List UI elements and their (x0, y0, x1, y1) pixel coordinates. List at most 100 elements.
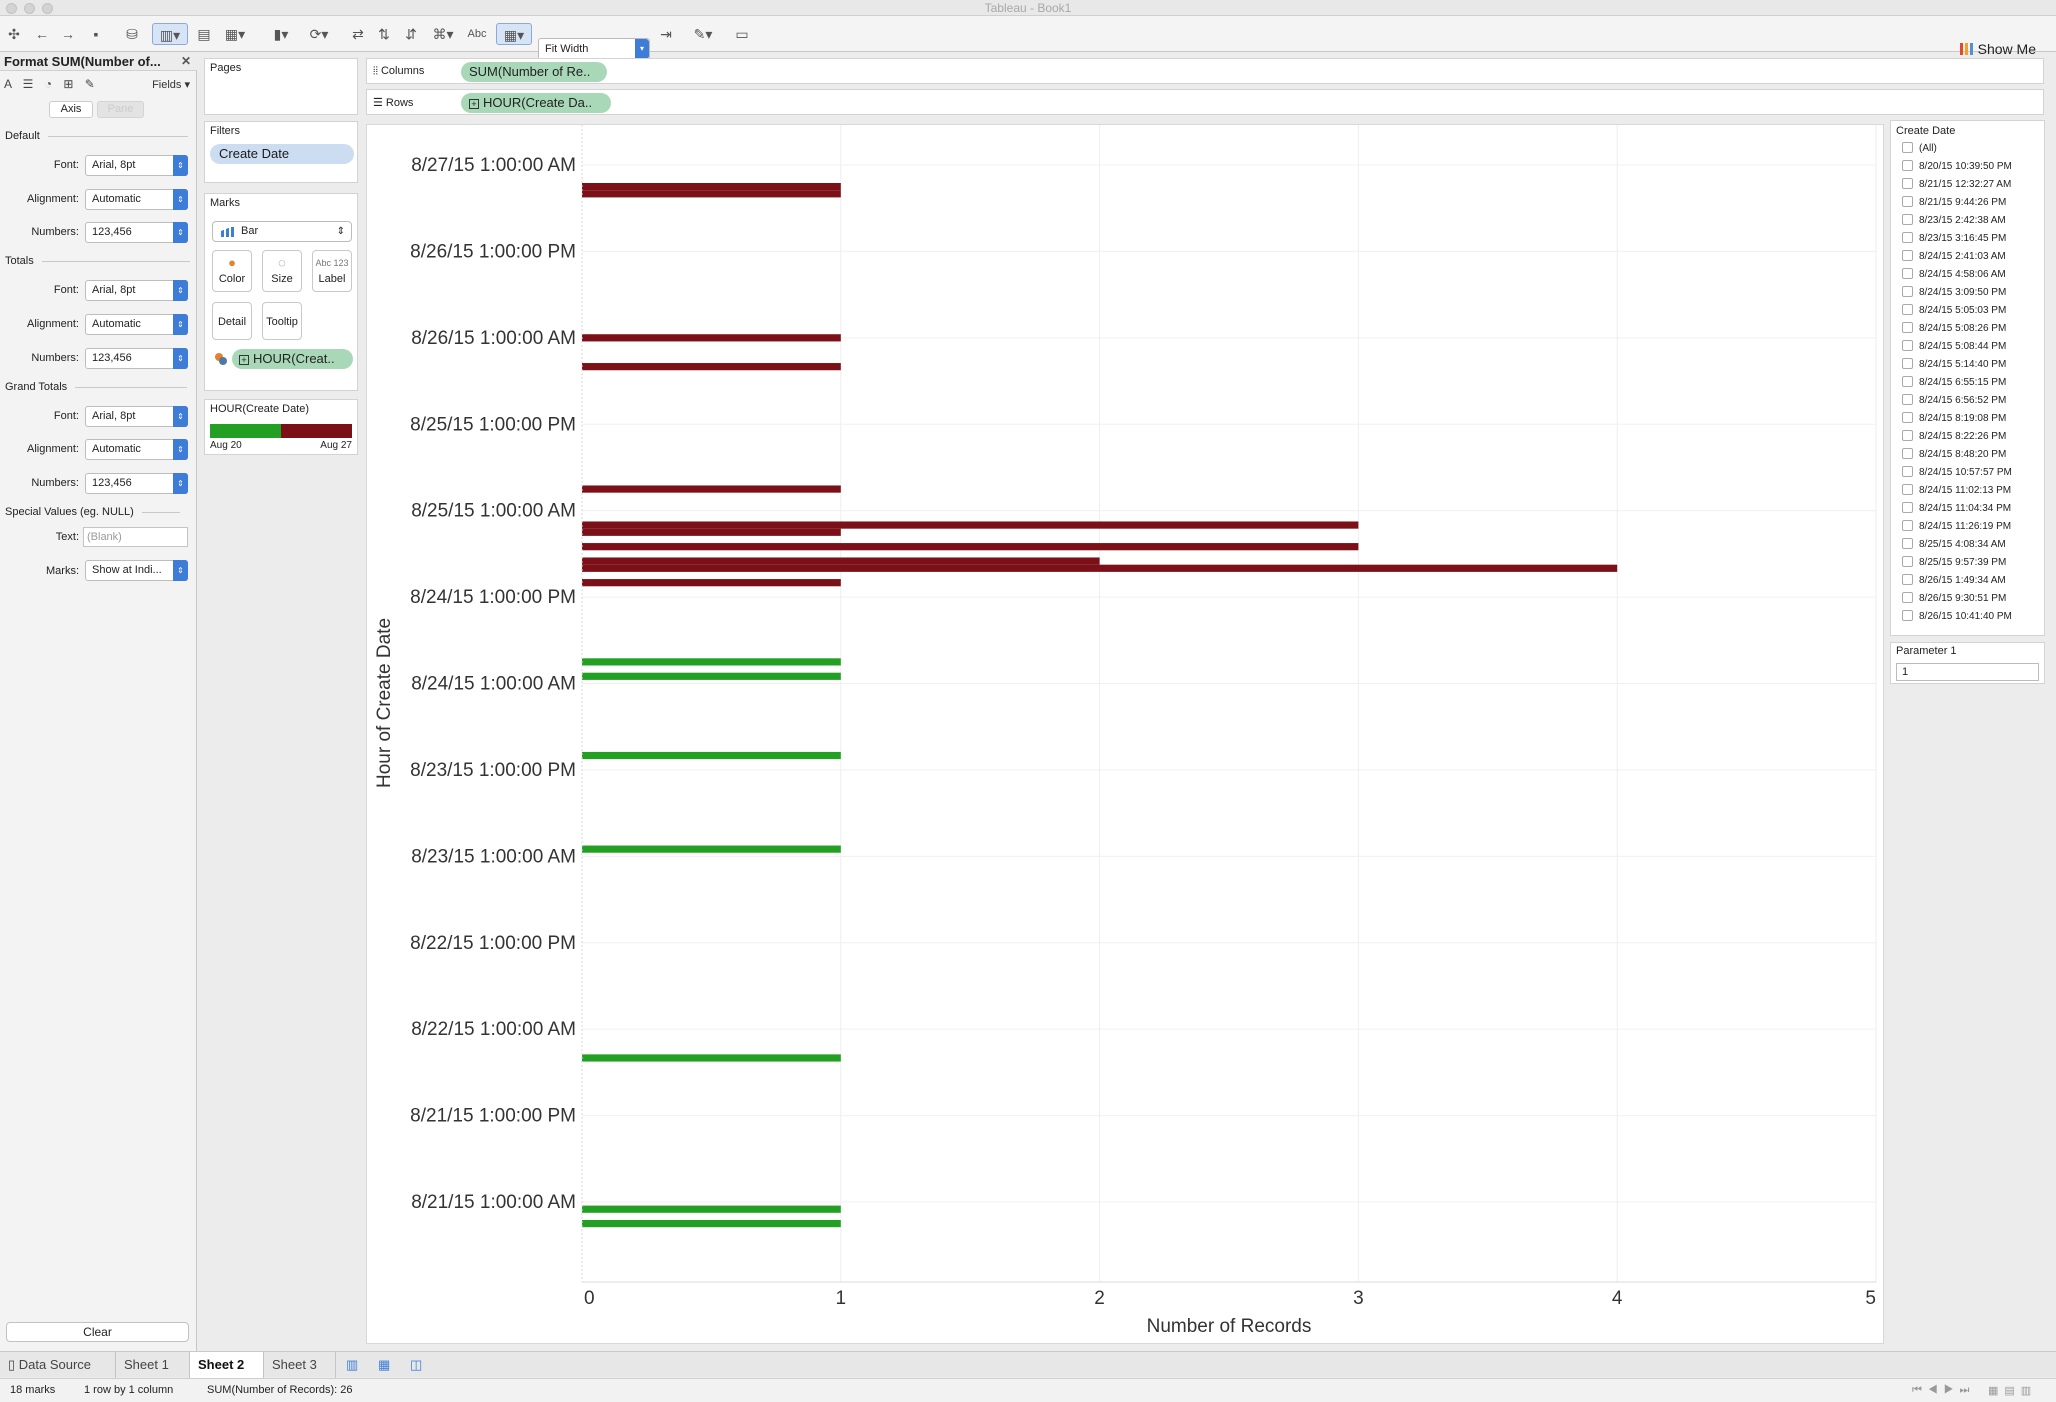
totals-font-select[interactable]: Arial, 8pt ⇕ (85, 280, 188, 301)
sheet-navigation-icon[interactable]: ⏮◀▶⏭ (1912, 1384, 1975, 1397)
checkbox-icon[interactable] (1902, 502, 1913, 513)
filter-item[interactable]: 8/25/15 4:08:34 AM (1902, 538, 2006, 552)
checkbox-icon[interactable] (1902, 610, 1913, 621)
filter-item[interactable]: 8/23/15 2:42:38 AM (1902, 214, 2006, 228)
checkbox-icon[interactable] (1902, 304, 1913, 315)
parameter-input[interactable]: 1 (1896, 663, 2039, 681)
tableau-logo-icon[interactable]: ✣ (4, 23, 24, 45)
fit-mode-icon[interactable]: ▦▾ (496, 23, 532, 45)
filter-item[interactable]: 8/24/15 3:09:50 PM (1902, 286, 2006, 300)
filter-item[interactable]: 8/24/15 8:19:08 PM (1902, 412, 2006, 426)
rows-pill[interactable]: + HOUR(Create Da.. (461, 93, 611, 113)
new-story-tab-icon[interactable]: ◫ (402, 1352, 432, 1378)
totals-numbers-select[interactable]: 123,456 ⇕ (85, 348, 188, 369)
checkbox-icon[interactable] (1902, 196, 1913, 207)
save-icon[interactable]: ▪ (86, 23, 106, 45)
filter-item[interactable]: 8/24/15 6:56:52 PM (1902, 394, 2006, 408)
checkbox-icon[interactable] (1902, 268, 1913, 279)
checkbox-icon[interactable] (1902, 178, 1913, 189)
tab-sheet-2[interactable]: Sheet 2 (190, 1352, 264, 1378)
fields-dropdown[interactable]: Fields ▾ (152, 78, 190, 91)
color-legend[interactable]: HOUR(Create Date) Aug 20 Aug 27 (204, 399, 358, 455)
show-mark-labels-button[interactable]: Abc (464, 23, 490, 45)
filters-card[interactable]: Filters Create Date (204, 121, 358, 183)
show-me-button[interactable]: Show Me (1959, 41, 2036, 57)
fit-dropdown[interactable]: Fit Width ▾ (538, 38, 650, 60)
special-marks-select[interactable]: Show at Indi... ⇕ (85, 560, 188, 581)
filter-item[interactable]: 8/24/15 8:48:20 PM (1902, 448, 2006, 462)
filter-pill-create-date[interactable]: Create Date (210, 144, 354, 164)
filter-item[interactable]: 8/25/15 9:57:39 PM (1902, 556, 2006, 570)
filter-item[interactable]: 8/24/15 10:57:57 PM (1902, 466, 2012, 480)
refresh-icon[interactable]: ⟳▾ (304, 23, 334, 45)
tab-sheet-1[interactable]: Sheet 1 (116, 1352, 190, 1378)
checkbox-icon[interactable] (1902, 160, 1913, 171)
pages-card[interactable]: Pages (204, 58, 358, 115)
filter-item[interactable]: 8/20/15 10:39:50 PM (1902, 160, 2012, 174)
presentation-mode-icon[interactable]: ▭ (732, 23, 752, 45)
redo-icon[interactable]: → (58, 23, 78, 45)
clear-sheet-icon[interactable]: ▦▾ (220, 23, 250, 45)
format-type-icons[interactable]: A ☰ ◔ ⊞ ✎ (4, 77, 99, 91)
special-text-input[interactable]: (Blank) (83, 527, 188, 547)
checkbox-icon[interactable] (1902, 232, 1913, 243)
checkbox-icon[interactable] (1902, 592, 1913, 603)
filter-item[interactable]: 8/21/15 9:44:26 PM (1902, 196, 2006, 210)
filter-item[interactable]: 8/24/15 5:08:44 PM (1902, 340, 2006, 354)
totals-alignment-select[interactable]: Automatic ⇕ (85, 314, 188, 335)
checkbox-icon[interactable] (1902, 376, 1913, 387)
filter-item[interactable]: 8/26/15 1:49:34 AM (1902, 574, 2006, 588)
filter-item[interactable]: 8/24/15 11:26:19 PM (1902, 520, 2011, 534)
checkbox-icon[interactable] (1902, 412, 1913, 423)
swap-rows-columns-icon[interactable]: ⇄ (348, 23, 368, 45)
filter-item[interactable]: 8/21/15 12:32:27 AM (1902, 178, 2011, 192)
filter-item[interactable]: 8/23/15 3:16:45 PM (1902, 232, 2006, 246)
tab-sheet-3[interactable]: Sheet 3 (264, 1352, 336, 1378)
fix-axes-icon[interactable]: ⇥ (656, 23, 676, 45)
color-button[interactable]: ● Color (212, 250, 252, 292)
grand-totals-font-select[interactable]: Arial, 8pt ⇕ (85, 406, 188, 427)
tooltip-button[interactable]: Tooltip (262, 302, 302, 340)
checkbox-icon[interactable] (1902, 574, 1913, 585)
filter-item[interactable]: 8/24/15 2:41:03 AM (1902, 250, 2006, 264)
duplicate-sheet-icon[interactable]: ▤ (194, 23, 214, 45)
sort-descending-icon[interactable]: ⇵ (400, 23, 422, 45)
filter-item[interactable]: 8/24/15 5:08:26 PM (1902, 322, 2006, 336)
marks-pill-hour[interactable]: + HOUR(Creat.. (232, 349, 353, 369)
new-data-source-icon[interactable]: ⛁ (122, 23, 142, 45)
checkbox-icon[interactable] (1902, 556, 1913, 567)
checkbox-icon[interactable] (1902, 358, 1913, 369)
checkbox-icon[interactable] (1902, 142, 1913, 153)
pause-updates-icon[interactable]: ▮▾ (266, 23, 296, 45)
sort-ascending-icon[interactable]: ⇅ (374, 23, 394, 45)
undo-icon[interactable]: ← (32, 23, 52, 45)
new-worksheet-icon[interactable]: ▥▾ (152, 23, 188, 45)
grand-totals-alignment-select[interactable]: Automatic ⇕ (85, 439, 188, 460)
detail-button[interactable]: Detail (212, 302, 252, 340)
size-button[interactable]: ◌ Size (262, 250, 302, 292)
checkbox-icon[interactable] (1902, 394, 1913, 405)
checkbox-icon[interactable] (1902, 286, 1913, 297)
columns-pill[interactable]: SUM(Number of Re.. (461, 62, 607, 82)
filter-item[interactable]: 8/26/15 9:30:51 PM (1902, 592, 2006, 606)
checkbox-icon[interactable] (1902, 340, 1913, 351)
label-button[interactable]: Abc 123 Label (312, 250, 352, 292)
view-switch-icon[interactable]: ▦▤▥ (1988, 1384, 2037, 1397)
new-dashboard-tab-icon[interactable]: ▦ (370, 1352, 400, 1378)
clear-button[interactable]: Clear (6, 1322, 189, 1342)
filter-item[interactable]: 8/24/15 6:55:15 PM (1902, 376, 2006, 390)
tab-axis[interactable]: Axis (49, 101, 93, 118)
filter-item[interactable]: (All) (1902, 142, 1937, 156)
filter-item[interactable]: 8/24/15 11:02:13 PM (1902, 484, 2011, 498)
filter-item[interactable]: 8/24/15 11:04:34 PM (1902, 502, 2011, 516)
tab-data-source[interactable]: ▯ Data Source (0, 1352, 116, 1378)
checkbox-icon[interactable] (1902, 214, 1913, 225)
group-members-icon[interactable]: ⌘▾ (428, 23, 458, 45)
filter-item[interactable]: 8/24/15 5:05:03 PM (1902, 304, 2006, 318)
mark-type-select[interactable]: Bar ⇕ (212, 221, 352, 242)
checkbox-icon[interactable] (1902, 520, 1913, 531)
checkbox-icon[interactable] (1902, 448, 1913, 459)
default-font-select[interactable]: Arial, 8pt ⇕ (85, 155, 188, 176)
close-icon[interactable]: ✕ (181, 54, 191, 68)
filter-item[interactable]: 8/24/15 4:58:06 AM (1902, 268, 2006, 282)
